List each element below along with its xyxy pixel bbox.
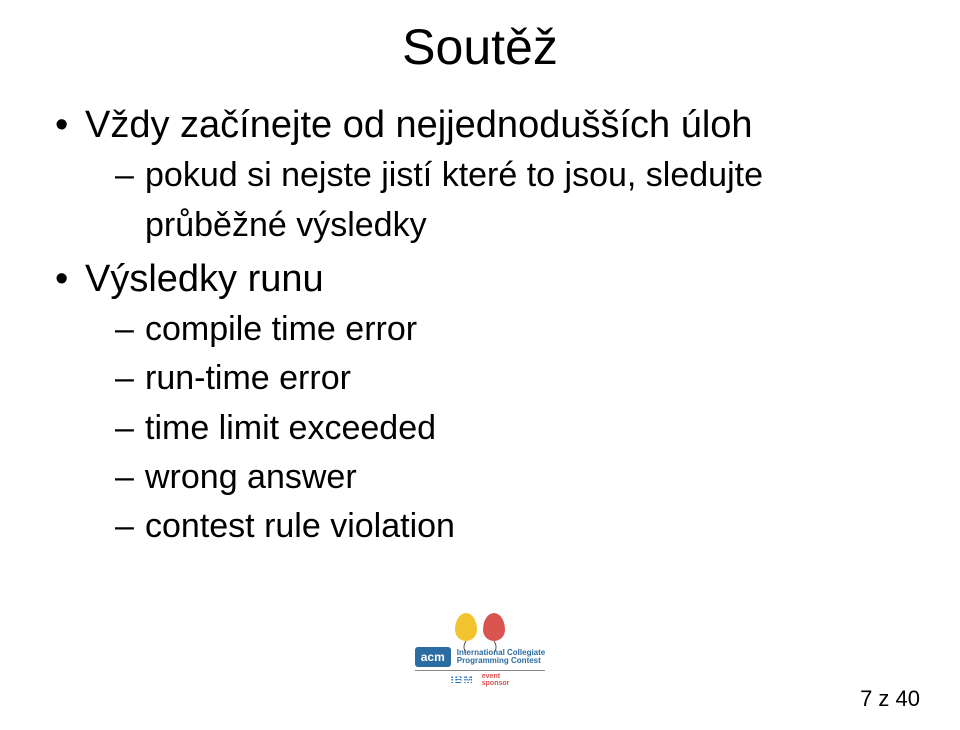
bullet-item: Vždy začínejte od nejjednodušších úloh p… — [55, 100, 905, 250]
sub-bullet-item: pokud si nejste jistí které to jsou, sle… — [115, 151, 905, 250]
balloon-string-icon — [490, 641, 498, 653]
slide: Soutěž Vždy začínejte od nejjednodušších… — [0, 0, 960, 730]
sub-bullet-item: compile time error — [115, 305, 905, 354]
sponsor-line2: sponsor — [482, 680, 510, 687]
footer-logo-area: acm International Collegiate Programming… — [0, 613, 960, 688]
icpc-line2: Programming Contest — [457, 656, 541, 665]
sub-bullet-item: wrong answer — [115, 453, 905, 502]
ibm-logo: IBM — [451, 674, 474, 686]
balloon-string-icon — [462, 641, 470, 653]
logo-text-row: acm International Collegiate Programming… — [415, 647, 546, 667]
bullet-text: Vždy začínejte od nejjednodušších úloh — [85, 104, 753, 146]
sponsor-label: event sponsor — [482, 673, 510, 687]
acm-icpc-logo: acm International Collegiate Programming… — [415, 613, 546, 687]
icpc-label: International Collegiate Programming Con… — [457, 649, 545, 666]
logo-balloons — [415, 613, 546, 641]
sub-bullet-item: run-time error — [115, 354, 905, 403]
balloon-yellow-icon — [455, 613, 477, 641]
sub-bullet-item: time limit exceeded — [115, 404, 905, 453]
slide-body: Vždy začínejte od nejjednodušších úloh p… — [55, 100, 905, 556]
logo-sponsor-row: IBM event sponsor — [415, 670, 546, 687]
bullet-text: Výsledky runu — [85, 258, 324, 300]
sub-bullet-item: contest rule violation — [115, 502, 905, 551]
bullet-item: Výsledky runu compile time error run-tim… — [55, 254, 905, 552]
balloon-red-icon — [483, 613, 505, 641]
acm-badge: acm — [415, 647, 451, 667]
page-number: 7 z 40 — [860, 686, 920, 712]
slide-title: Soutěž — [0, 18, 960, 76]
sponsor-line1: event — [482, 673, 500, 680]
